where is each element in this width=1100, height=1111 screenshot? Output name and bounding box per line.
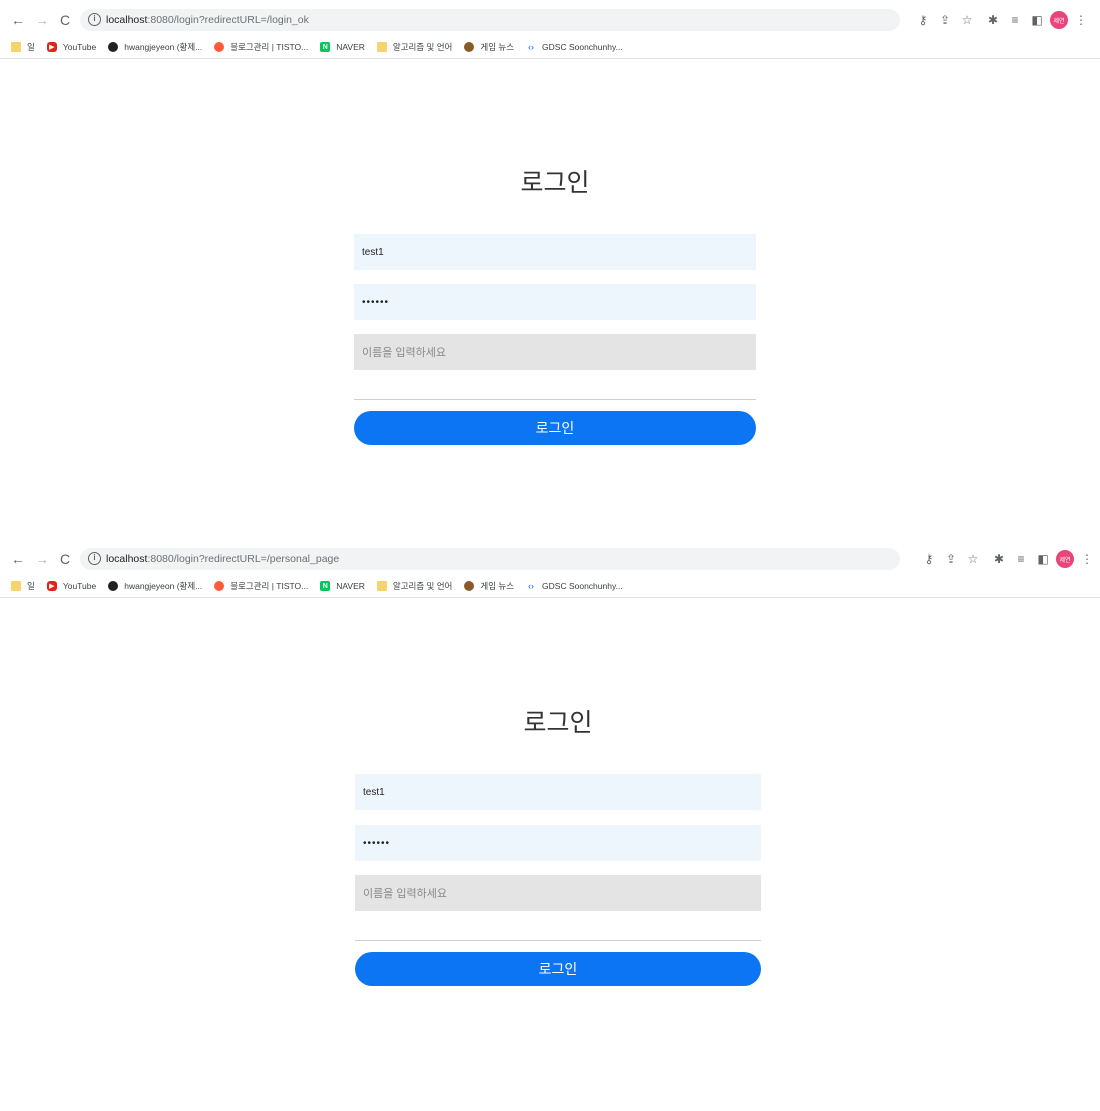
bookmarks-bar: 일 ▶ YouTube hwangjeyeon (황제... 블로그관리 | TI…	[0, 577, 1100, 598]
bookmark-item[interactable]: 일	[11, 580, 35, 592]
bookmark-item[interactable]: ‹› GDSC Soonchunhy...	[526, 581, 623, 591]
tistory-icon	[214, 42, 225, 52]
menu-icon[interactable]: ⋮	[1070, 9, 1092, 31]
site-info-icon[interactable]: i	[88, 13, 101, 26]
reload-button[interactable]: C	[56, 11, 74, 29]
bookmark-item[interactable]: 알고리즘 및 언어	[376, 41, 452, 53]
bookmark-item[interactable]: hwangjeyeon (황제...	[108, 41, 202, 53]
screenshot-2: ← → C i localhost:8080/login?redirectURL…	[0, 540, 1100, 1111]
page-title: 로그인	[523, 708, 593, 737]
reading-list-icon[interactable]: ≡	[1010, 548, 1032, 570]
bookmark-item[interactable]: 블로그관리 | TISTO...	[214, 41, 308, 53]
reload-button[interactable]: C	[56, 550, 74, 568]
avatar: 제연	[1050, 11, 1068, 29]
github-icon	[108, 42, 119, 52]
back-button[interactable]: ←	[9, 550, 27, 568]
bookmark-item[interactable]: 블로그관리 | TISTO...	[214, 580, 308, 592]
tistory-icon	[214, 581, 225, 591]
bookmarks-bar: 일 ▶ YouTube hwangjeyeon (황제... 블로그관리 | TI…	[0, 38, 1100, 59]
login-button[interactable]: 로그인	[354, 411, 756, 445]
menu-icon[interactable]: ⋮	[1076, 548, 1098, 570]
reading-list-icon[interactable]: ≡	[1004, 9, 1026, 31]
toolbar-right-icons: ⚷ ⇪ ☆ ✱ ≡ ◧ 제연 ⋮	[912, 9, 1092, 31]
screenshot-1: ← → C i localhost:8080/login?redirectURL…	[0, 0, 1100, 540]
bookmark-item[interactable]: 게임 뉴스	[464, 41, 514, 53]
avatar: 제연	[1056, 550, 1074, 568]
gdsc-icon: ‹›	[528, 581, 535, 591]
password-field[interactable]: ••••••	[355, 825, 761, 861]
url-text: localhost:8080/login?redirectURL=/person…	[106, 553, 340, 565]
extensions-icon[interactable]: ✱	[988, 548, 1010, 570]
toolbar-right-icons: ⚷ ⇪ ☆ ✱ ≡ ◧ 제연 ⋮	[918, 548, 1098, 570]
browser-toolbar: ← → C i localhost:8080/login?redirectURL…	[0, 545, 1100, 573]
folder-icon	[376, 42, 387, 52]
username-field[interactable]: test1	[355, 774, 761, 810]
profile-button[interactable]: 제연	[1054, 548, 1076, 570]
folder-icon	[11, 42, 21, 52]
name-field[interactable]: 이름을 입력하세요	[355, 875, 761, 911]
folder-icon	[11, 581, 21, 591]
game-icon	[464, 42, 475, 52]
extensions-icon[interactable]: ✱	[982, 9, 1004, 31]
gdsc-icon: ‹›	[528, 42, 535, 52]
key-icon[interactable]: ⚷	[918, 548, 940, 570]
bookmark-item[interactable]: hwangjeyeon (황제...	[108, 580, 202, 592]
bookmark-item[interactable]: ▶ YouTube	[46, 581, 96, 591]
profile-button[interactable]: 제연	[1048, 9, 1070, 31]
youtube-icon: ▶	[46, 581, 57, 591]
address-bar[interactable]: i localhost:8080/login?redirectURL=/logi…	[80, 9, 900, 31]
youtube-icon: ▶	[46, 42, 57, 52]
bookmark-item[interactable]: N NAVER	[320, 581, 365, 591]
bookmark-item[interactable]: 알고리즘 및 언어	[376, 580, 452, 592]
forward-button[interactable]: →	[33, 550, 51, 568]
side-panel-icon[interactable]: ◧	[1026, 9, 1048, 31]
game-icon	[464, 581, 475, 591]
star-icon[interactable]: ☆	[962, 548, 984, 570]
divider	[355, 940, 761, 941]
name-field[interactable]: 이름을 입력하세요	[354, 334, 756, 370]
star-icon[interactable]: ☆	[956, 9, 978, 31]
page-title: 로그인	[520, 168, 590, 197]
login-button[interactable]: 로그인	[355, 952, 761, 986]
naver-icon: N	[320, 42, 331, 52]
bookmark-item[interactable]: 일	[11, 41, 35, 53]
share-icon[interactable]: ⇪	[934, 9, 956, 31]
bookmark-item[interactable]: ▶ YouTube	[46, 42, 96, 52]
naver-icon: N	[320, 581, 331, 591]
key-icon[interactable]: ⚷	[912, 9, 934, 31]
address-bar[interactable]: i localhost:8080/login?redirectURL=/pers…	[80, 548, 900, 570]
password-field[interactable]: ••••••	[354, 284, 756, 320]
bookmark-item[interactable]: ‹› GDSC Soonchunhy...	[526, 42, 623, 52]
site-info-icon[interactable]: i	[88, 552, 101, 565]
folder-icon	[376, 581, 387, 591]
share-icon[interactable]: ⇪	[940, 548, 962, 570]
bookmark-item[interactable]: 게임 뉴스	[464, 580, 514, 592]
bookmark-item[interactable]: N NAVER	[320, 42, 365, 52]
forward-button[interactable]: →	[33, 11, 51, 29]
browser-toolbar: ← → C i localhost:8080/login?redirectURL…	[0, 6, 1100, 34]
url-text: localhost:8080/login?redirectURL=/login_…	[106, 14, 309, 26]
side-panel-icon[interactable]: ◧	[1032, 548, 1054, 570]
back-button[interactable]: ←	[9, 11, 27, 29]
username-field[interactable]: test1	[354, 234, 756, 270]
divider	[354, 399, 756, 400]
github-icon	[108, 581, 119, 591]
